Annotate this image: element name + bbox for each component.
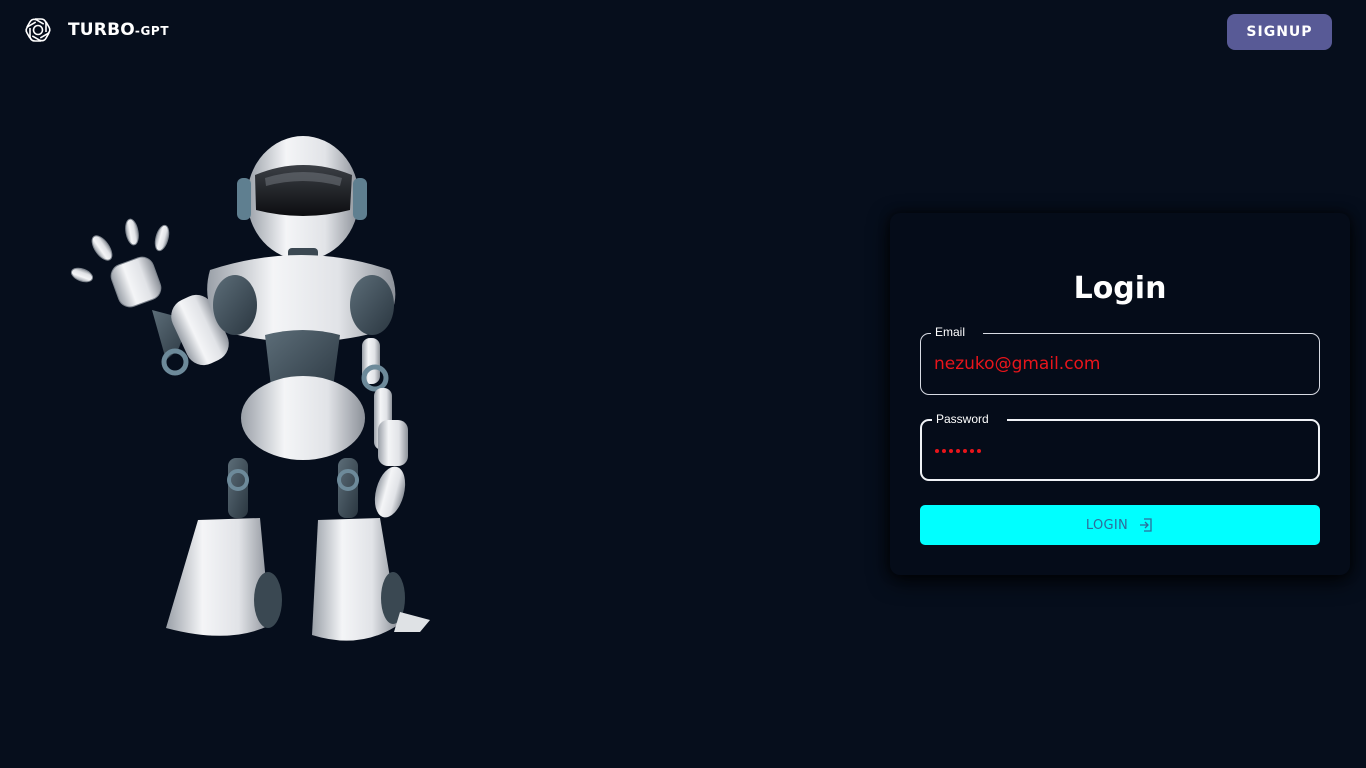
login-title: Login	[1073, 271, 1167, 306]
password-mask-dot	[970, 449, 974, 453]
signup-button[interactable]: SIGNUP	[1227, 14, 1332, 50]
password-input[interactable]	[935, 442, 984, 460]
password-mask-dot	[963, 449, 967, 453]
login-button[interactable]: LOGIN	[920, 505, 1320, 545]
password-field[interactable]: Password	[920, 412, 1320, 481]
brand-name: TURBO -GPT	[68, 20, 169, 40]
logo[interactable]: TURBO -GPT	[22, 14, 169, 46]
text-caret	[977, 449, 981, 453]
login-button-label: LOGIN	[1085, 517, 1129, 533]
login-arrow-icon	[1140, 518, 1152, 532]
email-input[interactable]	[934, 334, 1304, 394]
openai-knot-icon	[25, 18, 51, 42]
password-label: Password	[932, 412, 1007, 426]
brand-suffix: -GPT	[134, 24, 170, 38]
top-header: TURBO -GPT SIGNUP	[0, 0, 1366, 64]
password-mask-dot	[949, 449, 953, 453]
brand-main: TURBO	[68, 20, 135, 40]
password-mask-dot	[935, 449, 939, 453]
email-field[interactable]: Email	[920, 325, 1320, 395]
password-mask-dot	[942, 449, 946, 453]
password-mask-dot	[956, 449, 960, 453]
robot-illustration	[70, 136, 430, 641]
login-card: Login Email Password LOGIN	[890, 213, 1350, 575]
